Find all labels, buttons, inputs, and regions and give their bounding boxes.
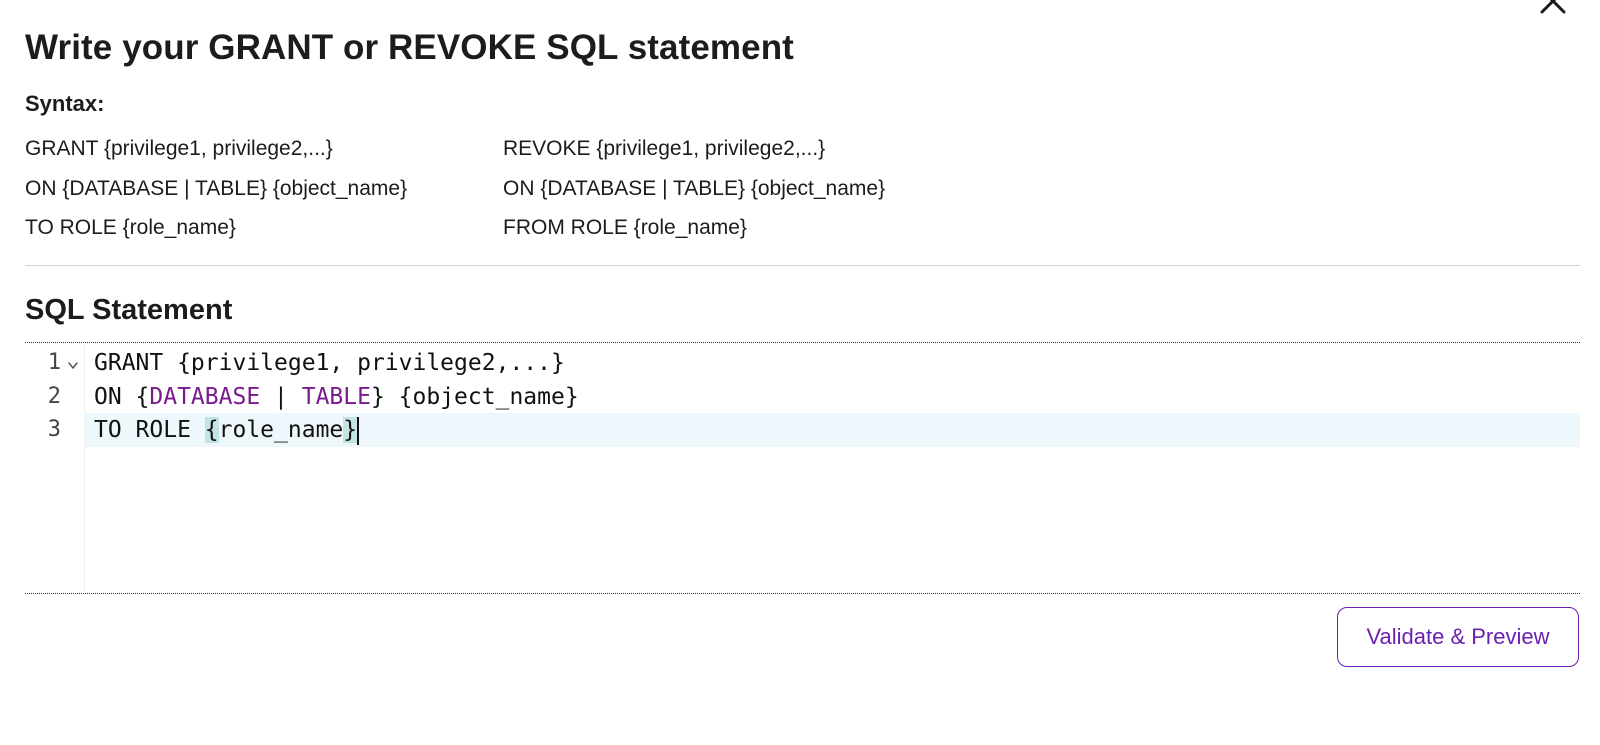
grant-syntax-line: GRANT {privilege1, privilege2,...} bbox=[25, 137, 333, 160]
keyword-token: DATABASE bbox=[149, 384, 261, 410]
revoke-syntax-line: FROM ROLE {role_name} bbox=[503, 216, 747, 239]
code-line-1[interactable]: GRANT {privilege1, privilege2,...} bbox=[84, 346, 1580, 380]
matched-bracket: { bbox=[204, 417, 219, 443]
chevron-down-icon[interactable] bbox=[67, 351, 79, 375]
line-number: 3 bbox=[47, 417, 61, 442]
revoke-syntax-line: REVOKE {privilege1, privilege2,...} bbox=[503, 137, 826, 160]
syntax-label: Syntax: bbox=[25, 91, 105, 116]
code-line-3-active[interactable]: TO ROLE {role_name} bbox=[84, 413, 1580, 447]
code-text: role_name bbox=[218, 417, 344, 443]
code-text: GRANT {privilege1, privilege2,...} bbox=[94, 350, 565, 376]
grant-syntax: GRANT {privilege1, privilege2,...} ON {D… bbox=[25, 129, 407, 248]
code-text: | bbox=[260, 384, 302, 410]
dialog-title: Write your GRANT or REVOKE SQL statement bbox=[25, 28, 794, 67]
code-text: ON { bbox=[94, 384, 150, 410]
matched-bracket: } bbox=[343, 417, 358, 443]
sql-statement-title: SQL Statement bbox=[25, 294, 233, 326]
grant-syntax-line: TO ROLE {role_name} bbox=[25, 216, 236, 239]
code-text: } {object_name} bbox=[370, 384, 579, 410]
line-number: 1 bbox=[47, 350, 61, 375]
grant-syntax-line: ON {DATABASE | TABLE} {object_name} bbox=[25, 176, 408, 200]
section-divider bbox=[25, 265, 1580, 266]
close-icon bbox=[1540, 0, 1566, 14]
keyword-token: TABLE bbox=[301, 384, 371, 410]
grant-revoke-dialog: Write your GRANT or REVOKE SQL statement… bbox=[0, 0, 1600, 745]
line-number-gutter: 1 2 3 bbox=[25, 343, 85, 593]
code-line-2[interactable]: ON {DATABASE | TABLE} {object_name} bbox=[84, 380, 1580, 414]
text-cursor bbox=[357, 416, 360, 445]
validate-preview-button[interactable]: Validate & Preview bbox=[1337, 607, 1579, 667]
sql-editor[interactable]: 1 2 3 GRANT {privilege1, privilege2,...}… bbox=[25, 342, 1580, 594]
revoke-syntax-line: ON {DATABASE | TABLE} {object_name} bbox=[503, 176, 886, 200]
close-button[interactable] bbox=[1538, 0, 1568, 16]
revoke-syntax: REVOKE {privilege1, privilege2,...} ON {… bbox=[503, 129, 885, 248]
code-text: TO ROLE bbox=[94, 417, 205, 443]
code-area[interactable]: GRANT {privilege1, privilege2,...} ON {D… bbox=[84, 343, 1580, 593]
line-number: 2 bbox=[47, 384, 61, 409]
